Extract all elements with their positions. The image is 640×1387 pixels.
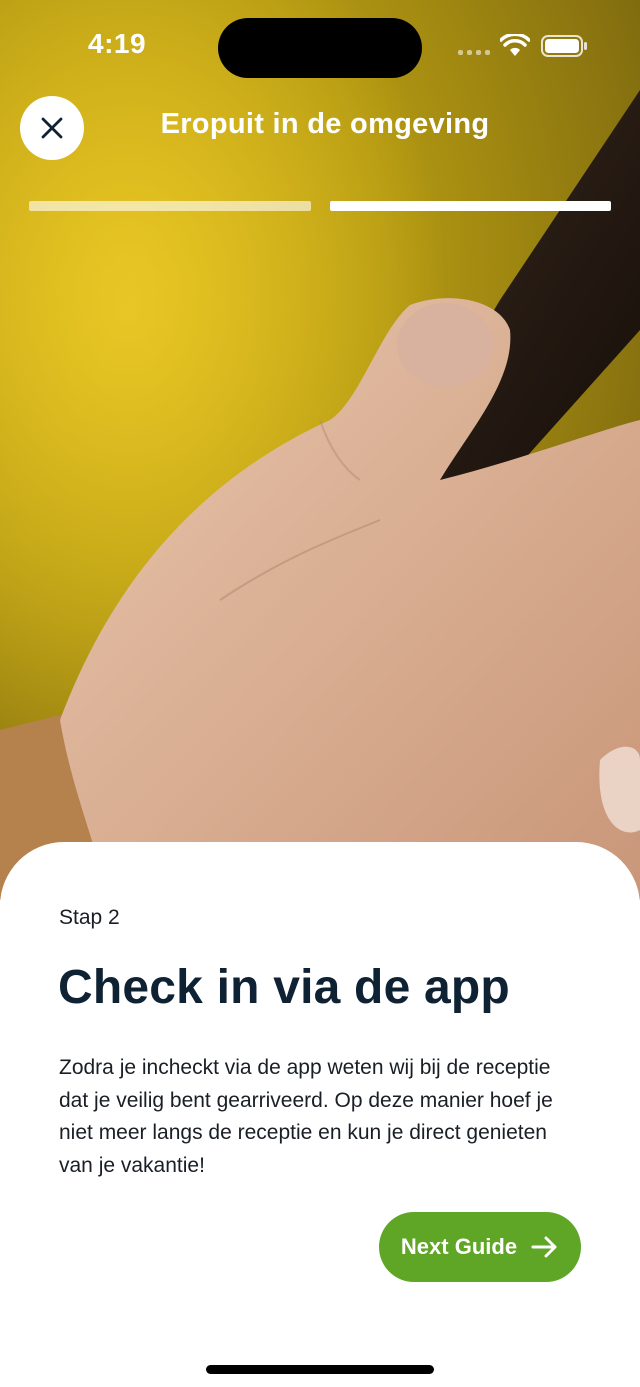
card-title: Check in via de app — [58, 961, 510, 1014]
status-time: 4:19 — [88, 28, 147, 59]
page-title: Eropuit in de omgeving — [160, 108, 490, 140]
progress-segment-2 — [330, 201, 611, 211]
status-bar: 4:19 — [0, 0, 640, 96]
next-guide-button[interactable]: Next Guide — [379, 1212, 581, 1282]
cellular-signal-icon — [458, 50, 492, 56]
close-button[interactable] — [20, 96, 84, 160]
card-body-text: Zodra je incheckt via de app weten wij b… — [59, 1056, 553, 1177]
step-label: Stap 2 — [59, 906, 120, 929]
wifi-icon — [500, 34, 530, 56]
progress-segment-1 — [29, 201, 311, 211]
next-guide-label: Next Guide — [400, 1234, 518, 1259]
arrow-right-icon — [531, 1236, 557, 1258]
close-icon — [41, 117, 63, 139]
battery-icon — [541, 35, 587, 57]
dynamic-island — [218, 18, 422, 78]
home-indicator[interactable] — [206, 1365, 434, 1374]
